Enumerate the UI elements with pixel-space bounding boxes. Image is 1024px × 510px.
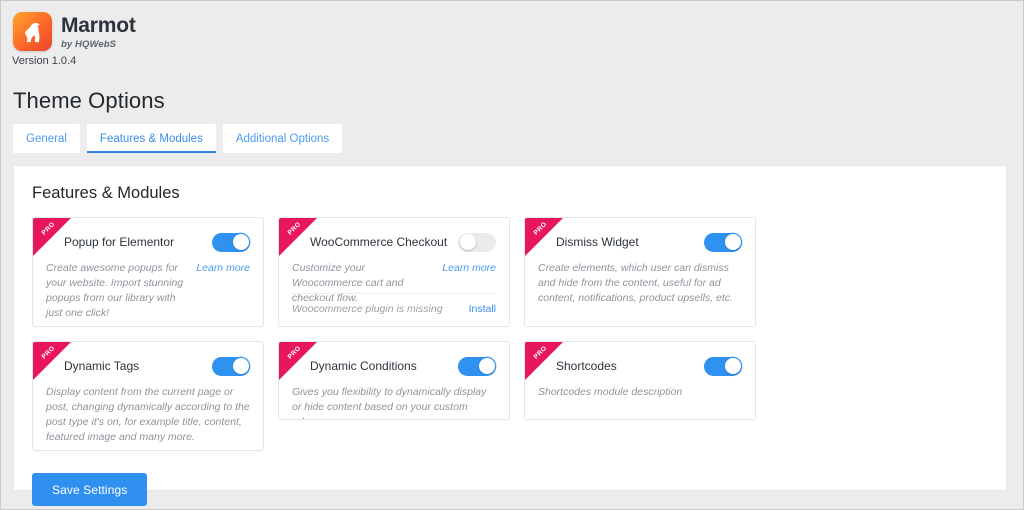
- card-title: Dynamic Tags: [64, 358, 139, 374]
- module-toggle-popup-for-elementor[interactable]: [212, 233, 250, 252]
- version-label: Version 1.0.4: [12, 55, 76, 67]
- card-title: Shortcodes: [556, 358, 617, 374]
- card-footer: Woocommerce plugin is missing Install: [292, 293, 496, 315]
- panel-title: Features & Modules: [32, 184, 1006, 203]
- card-header: Dynamic Conditions: [292, 356, 496, 376]
- toggle-knob: [479, 358, 495, 374]
- brand-byline: by HQWebS: [61, 39, 136, 50]
- module-card-popup-for-elementor[interactable]: PRO Popup for Elementor Create awesome p…: [32, 217, 264, 327]
- brand-text: Marmot by HQWebS: [61, 12, 136, 50]
- card-header: Dismiss Widget: [538, 232, 742, 252]
- card-header: WooCommerce Checkout: [292, 232, 496, 252]
- module-card-dynamic-tags[interactable]: PRO Dynamic Tags Display content from th…: [32, 341, 264, 451]
- tab-additional-options[interactable]: Additional Options: [223, 124, 342, 153]
- card-title: Dynamic Conditions: [310, 358, 417, 374]
- card-description: Shortcodes module description: [538, 385, 742, 400]
- tab-bar: General Features & Modules Additional Op…: [13, 124, 342, 153]
- learn-more-link[interactable]: Learn more: [196, 261, 250, 276]
- features-panel: Features & Modules PRO Popup for Element…: [13, 165, 1007, 491]
- tab-general[interactable]: General: [13, 124, 80, 153]
- card-description: Display content from the current page or…: [46, 385, 250, 445]
- card-header: Dynamic Tags: [46, 356, 250, 376]
- toggle-knob: [233, 358, 249, 374]
- card-header: Popup for Elementor: [46, 232, 250, 252]
- theme-options-page: Marmot by HQWebS Version 1.0.4 Theme Opt…: [0, 0, 1024, 510]
- tab-features-modules[interactable]: Features & Modules: [87, 124, 216, 153]
- module-card-grid: PRO Popup for Elementor Create awesome p…: [32, 217, 992, 451]
- plugin-missing-note: Woocommerce plugin is missing: [292, 303, 443, 315]
- brand-name: Marmot: [61, 15, 136, 37]
- page-title: Theme Options: [13, 88, 165, 114]
- card-description: Create awesome popups for your website. …: [46, 261, 188, 321]
- toggle-knob: [460, 234, 476, 250]
- save-settings-row: Save Settings: [32, 473, 1006, 506]
- save-settings-button[interactable]: Save Settings: [32, 473, 147, 506]
- card-description: Create elements, which user can dismiss …: [538, 261, 742, 306]
- toggle-knob: [725, 234, 741, 250]
- card-description-row: Create awesome popups for your website. …: [46, 261, 250, 321]
- module-card-woocommerce-checkout[interactable]: PRO WooCommerce Checkout Customize your …: [278, 217, 510, 327]
- marmot-logo-icon: [13, 12, 52, 51]
- toggle-knob: [233, 234, 249, 250]
- toggle-knob: [725, 358, 741, 374]
- module-toggle-dynamic-conditions[interactable]: [458, 357, 496, 376]
- card-title: WooCommerce Checkout: [310, 234, 447, 250]
- module-toggle-dismiss-widget[interactable]: [704, 233, 742, 252]
- learn-more-link[interactable]: Learn more: [442, 261, 496, 276]
- card-title: Dismiss Widget: [556, 234, 639, 250]
- module-toggle-shortcodes[interactable]: [704, 357, 742, 376]
- card-description: Gives you flexibility to dynamically dis…: [292, 385, 496, 420]
- brand-header: Marmot by HQWebS: [13, 12, 136, 51]
- module-toggle-woocommerce-checkout[interactable]: [458, 233, 496, 252]
- card-header: Shortcodes: [538, 356, 742, 376]
- module-card-dynamic-conditions[interactable]: PRO Dynamic Conditions Gives you flexibi…: [278, 341, 510, 420]
- card-title: Popup for Elementor: [64, 234, 174, 250]
- module-toggle-dynamic-tags[interactable]: [212, 357, 250, 376]
- install-link[interactable]: Install: [469, 303, 496, 315]
- module-card-dismiss-widget[interactable]: PRO Dismiss Widget Create elements, whic…: [524, 217, 756, 327]
- module-card-shortcodes[interactable]: PRO Shortcodes Shortcodes module descrip…: [524, 341, 756, 420]
